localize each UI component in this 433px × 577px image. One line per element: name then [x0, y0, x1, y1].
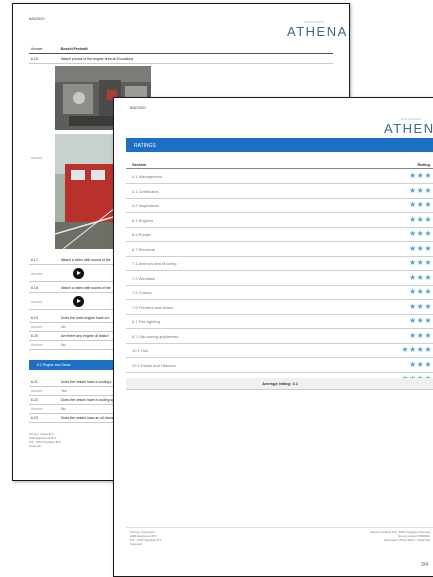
page-number: 3/4 — [421, 562, 428, 568]
row-text: Attach a video with sound of the — [61, 258, 111, 262]
star-icon: ★★★★ — [401, 345, 432, 354]
row-text: Does the vessel have an oil dress — [61, 416, 114, 420]
star-icon: ★★★ — [408, 214, 432, 224]
row-text: Attach photos of the engine area at 6 lo… — [61, 57, 134, 61]
rating-row: 4.2 Inspections ★★★ — [126, 198, 433, 213]
star-icon: ★★★ — [408, 185, 432, 195]
rating-row: 6.1 Engines ★★★ — [126, 213, 433, 228]
rating-label: 0.1 Management — [132, 174, 163, 179]
page-footer-right: Survey created: 8/4 - MSP Supplies (Surv… — [370, 530, 430, 542]
athena-logo: ATHENA — [287, 24, 348, 39]
play-icon[interactable] — [73, 296, 84, 307]
star-icon: ★★★ — [408, 258, 432, 267]
column-header-rating: Rating — [417, 162, 430, 167]
rating-label: 8.1 Fire-fighting — [132, 319, 160, 324]
report-page-front: 8/8/2020 ATHENA MANAGEMENT RATINGS Secti… — [113, 97, 433, 577]
rating-label: 4.2 Inspections — [132, 203, 159, 208]
rating-row: 8.1 Fire-fighting ★★★ — [126, 314, 433, 329]
row-text: Does the vessel have a cooling t — [61, 380, 112, 384]
rating-label: 6.7 Electrical — [132, 246, 155, 252]
row-label: Answer — [31, 272, 43, 276]
table-row: 6.16 Attach photos of the engine area at… — [29, 55, 333, 64]
star-icon: ★★★ — [408, 229, 432, 238]
row-label: 6.23 — [31, 416, 38, 420]
logo-subtext: MANAGEMENT — [304, 21, 325, 24]
star-icon: ★★★ — [408, 301, 432, 311]
page-date: 8/8/2020 — [29, 16, 45, 21]
rating-row: 6.7 Electrical ★★★ — [126, 242, 433, 257]
page-footer-left: Survey: Inspection A&D Equipment B.V. P/… — [130, 530, 162, 546]
logo-subtext: MANAGEMENT — [401, 118, 422, 121]
rating-row: 6.5 Pumps ★★★ — [126, 227, 433, 242]
rating-label: 10.2 Decks and Hatches — [132, 362, 176, 368]
row-label: Answer — [31, 325, 43, 329]
page-footer: Survey: Inspection A&D Equipment B.V. P/… — [29, 432, 61, 448]
play-icon[interactable] — [73, 268, 84, 279]
rating-row: 0.1 Management ★★★ — [126, 169, 433, 184]
rating-row: 8.2 Life-saving appliances ★★★ — [126, 329, 433, 344]
row-text: No — [61, 325, 66, 329]
rating-row: 7.5 Cranes ★★★ — [126, 285, 433, 300]
rating-label: 4.1 Certificates — [132, 188, 159, 194]
footer-line: Gowerstr — [130, 542, 143, 546]
star-icon: ★★★ — [408, 316, 432, 325]
footer-divider — [126, 527, 433, 528]
row-label: 6.21 — [31, 380, 38, 384]
row-label: 6.22 — [31, 398, 38, 402]
section-bar-title: 6.2 Engine and Tanks — [37, 363, 71, 367]
row-text: Are there any engine oil leaks? — [61, 334, 110, 338]
rating-label: 8.2 Life-saving appliances — [132, 333, 179, 339]
star-icon: ★★★ — [408, 243, 432, 253]
row-label: Answer — [31, 300, 43, 304]
row-text: Boschi Pevirotti — [61, 47, 88, 51]
row-text: Does the main engine have a h — [61, 316, 110, 320]
ratings-title: RATINGS — [134, 142, 156, 149]
table-row: Answer Boschi Pevirotti — [29, 45, 333, 54]
row-label: Answer — [31, 389, 43, 393]
star-icon: ★★★ — [408, 359, 432, 369]
row-text: Attach a video with sound of the — [61, 286, 111, 290]
star-icon: ★★★ — [408, 330, 432, 340]
row-label: 6.20 — [31, 334, 38, 338]
row-text: No — [61, 407, 66, 411]
rating-label: 7.5 Cranes — [132, 290, 152, 295]
rating-row: 7.6 Fenders and others ★★★ — [126, 300, 433, 315]
star-icon: ★★★ — [408, 200, 432, 209]
rating-label: 7.1 Anchors and Mooring — [132, 261, 177, 266]
footer-line: Reviewed: 25-02-2020 - 10:02 PM — [384, 538, 430, 542]
row-text: Does the vessel have a cooling sy — [61, 398, 114, 402]
rating-row: 7.2 Windlass ★★★ — [126, 271, 433, 286]
page-date: 8/8/2020 — [130, 105, 146, 110]
row-text: No — [61, 343, 66, 347]
rating-row: 10.2 Decks and Hatches ★★★ — [126, 358, 433, 373]
rating-label: 7.6 Fenders and others — [132, 304, 174, 310]
row-label: 6.17 — [31, 258, 38, 262]
athena-logo: ATHENA — [384, 121, 433, 136]
star-icon: ★★★ — [408, 171, 432, 180]
rating-label: 10.1 Hull — [132, 348, 148, 353]
column-header-section: Section — [132, 162, 147, 167]
footer-line: Gowerstr — [29, 444, 42, 448]
row-label: 6.18 — [31, 286, 38, 290]
ratings-header-bar: RATINGS — [126, 138, 433, 152]
rating-label: 6.1 Engines — [132, 217, 154, 223]
row-label: 6.19 — [31, 316, 38, 320]
answer-label: Answer — [31, 156, 43, 160]
rating-row: 7.1 Anchors and Mooring ★★★ — [126, 256, 433, 271]
rating-row: 10.1 Hull ★★★★ — [126, 343, 433, 358]
rating-label: 7.2 Windlass — [132, 275, 155, 281]
average-rating: Average rating: 3.1 — [126, 378, 433, 390]
row-label: Answer — [31, 343, 43, 347]
row-label: Answer — [31, 47, 43, 51]
rating-row: 4.1 Certificates ★★★ — [126, 184, 433, 199]
star-icon: ★★★ — [408, 272, 432, 282]
row-text: Yes — [61, 389, 67, 393]
rating-label: 6.5 Pumps — [132, 232, 152, 237]
row-label: 6.16 — [31, 57, 38, 61]
star-icon: ★★★ — [408, 287, 432, 296]
row-label: Answer — [31, 407, 43, 411]
